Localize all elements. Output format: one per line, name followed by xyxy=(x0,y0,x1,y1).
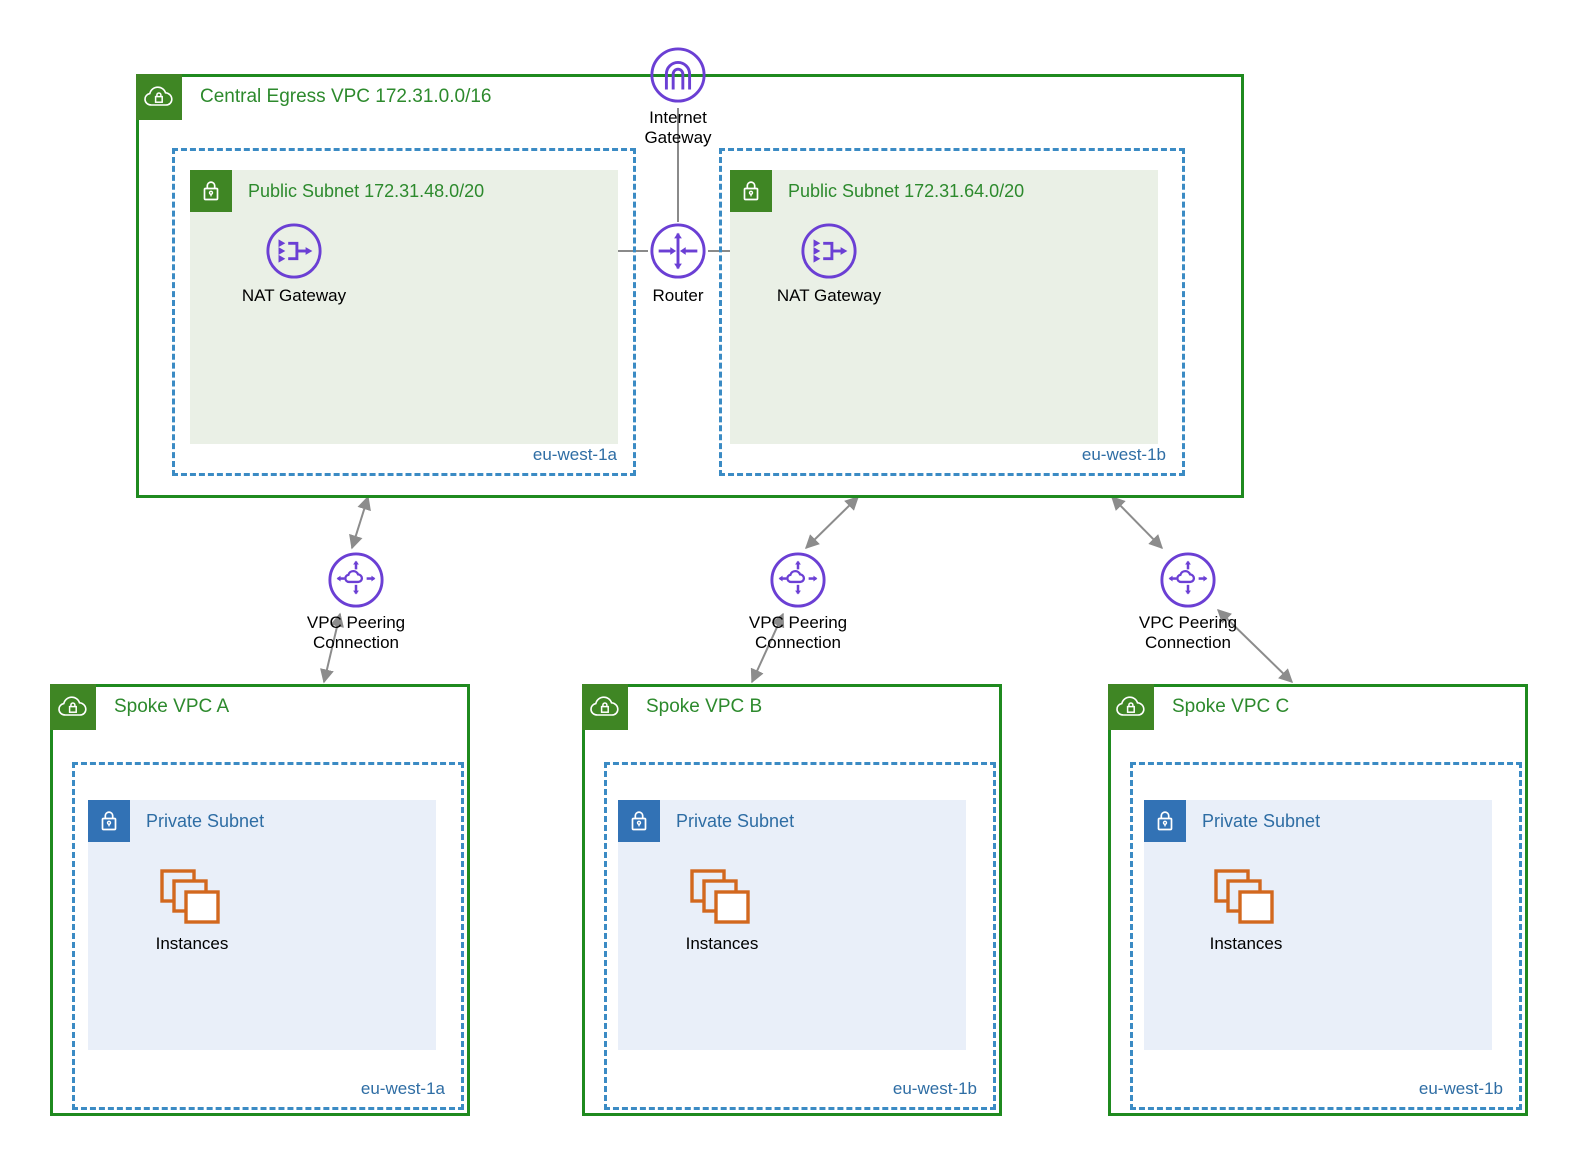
az-label-spoke-c: eu-west-1b xyxy=(1418,1079,1503,1098)
instances-spoke-b[interactable]: Instances xyxy=(632,868,812,954)
vpc-peering-a-label: VPC Peering Connection xyxy=(306,613,406,653)
nat-gateway-icon xyxy=(266,223,322,279)
nat-gateway-a-label: NAT Gateway xyxy=(241,286,347,305)
nat-gateway-b-label: NAT Gateway xyxy=(776,286,882,305)
vpc-peering-c-label: VPC Peering Connection xyxy=(1138,613,1238,653)
vpc-cloud-lock-icon xyxy=(582,684,628,730)
instances-spoke-a[interactable]: Instances xyxy=(102,868,282,954)
instances-b-label: Instances xyxy=(685,934,759,953)
nat-gateway-icon xyxy=(801,223,857,279)
vpc-cloud-lock-icon xyxy=(136,74,182,120)
router-label: Router xyxy=(652,286,704,305)
subnet-lock-icon xyxy=(190,170,232,212)
private-subnet-a-header: Private Subnet xyxy=(88,800,264,842)
spoke-b-header: Spoke VPC B xyxy=(582,684,762,730)
link-central-peer-a xyxy=(349,495,371,550)
router-node[interactable]: Router xyxy=(608,222,748,306)
subnet-lock-icon xyxy=(618,800,660,842)
nat-gateway-a[interactable]: NAT Gateway xyxy=(214,222,374,306)
vpc-peering-connection-c[interactable]: VPC Peering Connection xyxy=(1098,551,1278,653)
internet-gateway-node[interactable]: Internet Gateway xyxy=(608,46,748,148)
public-subnet-eu-west-1b[interactable]: Public Subnet 172.31.64.0/20 xyxy=(730,170,1158,444)
link-central-peer-b xyxy=(805,496,859,549)
vpc-peering-icon xyxy=(770,552,826,608)
nat-gateway-b[interactable]: NAT Gateway xyxy=(749,222,909,306)
link-central-peer-c xyxy=(1111,496,1163,549)
instances-spoke-c[interactable]: Instances xyxy=(1156,868,1336,954)
private-subnet-c-header: Private Subnet xyxy=(1144,800,1320,842)
router-icon xyxy=(650,223,706,279)
internet-gateway-icon xyxy=(650,47,706,103)
spoke-c-header: Spoke VPC C xyxy=(1108,684,1289,730)
diagram-canvas: Central Egress VPC 172.31.0.0/16 eu-west… xyxy=(0,0,1578,1168)
vpc-peering-connection-a[interactable]: VPC Peering Connection xyxy=(266,551,446,653)
public-subnet-eu-west-1a[interactable]: Public Subnet 172.31.48.0/20 xyxy=(190,170,618,444)
az-label-spoke-a: eu-west-1a xyxy=(360,1079,445,1098)
vpc-cloud-lock-icon xyxy=(1108,684,1154,730)
vpc-peering-connection-b[interactable]: VPC Peering Connection xyxy=(708,551,888,653)
spoke-c-title: Spoke VPC C xyxy=(1172,696,1290,717)
spoke-a-title: Spoke VPC A xyxy=(114,696,230,717)
vpc-peering-b-label: VPC Peering Connection xyxy=(748,613,848,653)
central-vpc-title: Central Egress VPC 172.31.0.0/16 xyxy=(200,86,492,107)
private-subnet-b-header: Private Subnet xyxy=(618,800,794,842)
instances-icon xyxy=(160,869,220,924)
az-label-central-b: eu-west-1b xyxy=(1081,445,1166,464)
public-subnet-a-title: Public Subnet 172.31.48.0/20 xyxy=(248,181,485,201)
instances-icon xyxy=(1214,869,1274,924)
public-subnet-a-header: Public Subnet 172.31.48.0/20 xyxy=(190,170,484,212)
subnet-lock-icon xyxy=(88,800,130,842)
public-subnet-b-header: Public Subnet 172.31.64.0/20 xyxy=(730,170,1024,212)
spoke-a-header: Spoke VPC A xyxy=(50,684,229,730)
instances-a-label: Instances xyxy=(155,934,229,953)
internet-gateway-label: Internet Gateway xyxy=(644,108,712,148)
vpc-peering-icon xyxy=(1160,552,1216,608)
az-label-spoke-b: eu-west-1b xyxy=(892,1079,977,1098)
subnet-lock-icon xyxy=(730,170,772,212)
az-label-central-a: eu-west-1a xyxy=(532,445,617,464)
private-subnet-c-title: Private Subnet xyxy=(1202,811,1321,831)
subnet-lock-icon xyxy=(1144,800,1186,842)
central-vpc-header: Central Egress VPC 172.31.0.0/16 xyxy=(136,74,492,120)
instances-c-label: Instances xyxy=(1209,934,1283,953)
private-subnet-a-title: Private Subnet xyxy=(146,811,265,831)
vpc-peering-icon xyxy=(328,552,384,608)
public-subnet-b-title: Public Subnet 172.31.64.0/20 xyxy=(788,181,1025,201)
spoke-b-title: Spoke VPC B xyxy=(646,696,763,717)
instances-icon xyxy=(690,869,750,924)
vpc-cloud-lock-icon xyxy=(50,684,96,730)
private-subnet-b-title: Private Subnet xyxy=(676,811,795,831)
